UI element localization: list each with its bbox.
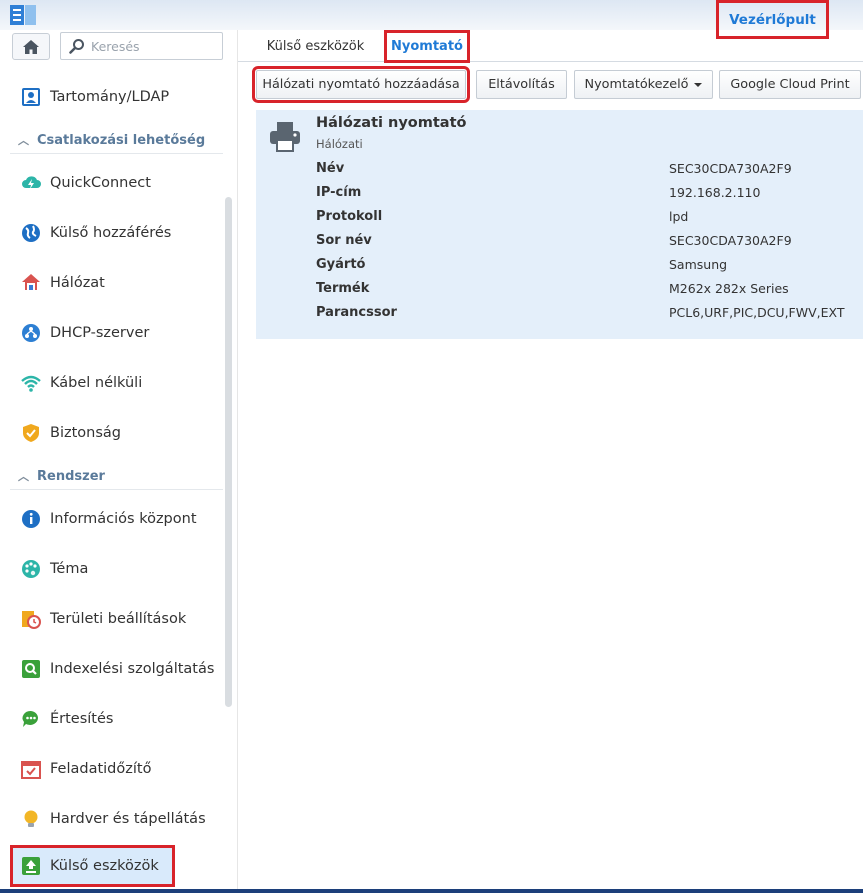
sidebar: Tartomány/LDAP ︿ Csatlakozási lehetőség …	[0, 30, 238, 890]
sidebar-item-label: DHCP-szerver	[50, 325, 150, 341]
chevron-up-icon: ︿	[18, 134, 29, 147]
printer-icon	[268, 120, 302, 154]
section-divider	[10, 153, 223, 154]
sidebar-item-label: Külső hozzáférés	[50, 225, 172, 241]
prop-label-name: Név	[316, 161, 345, 176]
sidebar-item-label: Feladatidőzítő	[50, 761, 152, 777]
sidebar-item-dhcp-server[interactable]: DHCP-szerver	[10, 313, 223, 353]
prop-value-name: SEC30CDA730A2F9	[669, 161, 792, 176]
sidebar-item-indexing-service[interactable]: Indexelési szolgáltatás	[10, 649, 223, 689]
tab-external-devices[interactable]: Külső eszközök	[258, 30, 373, 62]
bottom-edge	[0, 889, 863, 893]
wifi-icon	[20, 372, 42, 394]
shield-icon	[20, 422, 42, 444]
section-connectivity[interactable]: ︿ Csatlakozási lehetőség	[18, 129, 223, 151]
prop-label-ip: IP-cím	[316, 185, 362, 200]
caret-down-icon	[694, 82, 703, 87]
sidebar-item-security[interactable]: Biztonság	[10, 413, 223, 453]
section-system[interactable]: ︿ Rendszer	[18, 465, 223, 487]
tab-printer[interactable]: Nyomtató	[384, 30, 470, 63]
control-panel-app-icon	[10, 5, 36, 25]
sidebar-item-label: Kábel nélküli	[50, 375, 143, 391]
sidebar-item-label: Tartomány/LDAP	[50, 89, 170, 105]
sidebar-item-theme[interactable]: Téma	[10, 549, 223, 589]
sidebar-item-label: Indexelési szolgáltatás	[50, 661, 215, 677]
prop-label-product: Termék	[316, 281, 370, 296]
sidebar-item-label: Téma	[50, 561, 89, 577]
section-system-label: Rendszer	[37, 468, 105, 484]
sidebar-item-label: Hálózat	[50, 275, 105, 291]
home-icon	[23, 39, 39, 54]
palette-icon	[20, 558, 42, 580]
info-icon	[20, 508, 42, 530]
prop-label-command-set: Parancssor	[316, 305, 397, 320]
prop-label-queue-name: Sor név	[316, 233, 372, 248]
sidebar-item-label: Biztonság	[50, 425, 121, 441]
indexing-search-icon	[20, 658, 42, 680]
printer-manager-label: Nyomtatókezelő	[584, 77, 689, 92]
sidebar-item-label: Területi beállítások	[50, 611, 187, 627]
sidebar-item-label: QuickConnect	[50, 175, 151, 191]
printer-manager-dropdown[interactable]: Nyomtatókezelő	[574, 70, 713, 99]
regional-clock-icon	[20, 608, 42, 630]
home-button[interactable]	[12, 33, 50, 60]
remove-button[interactable]: Eltávolítás	[476, 70, 567, 99]
sidebar-item-wireless[interactable]: Kábel nélküli	[10, 363, 223, 403]
sidebar-item-network[interactable]: Hálózat	[10, 263, 223, 303]
section-divider	[10, 489, 223, 490]
sidebar-item-hardware-power[interactable]: Hardver és tápellátás	[10, 799, 223, 839]
upload-device-icon	[20, 855, 42, 877]
google-cloud-print-button[interactable]: Google Cloud Print	[719, 70, 861, 99]
sidebar-item-info-center[interactable]: Információs központ	[10, 499, 223, 539]
prop-value-protocol: lpd	[669, 209, 689, 224]
chat-bubble-icon	[20, 708, 42, 730]
chevron-up-icon: ︿	[18, 470, 29, 483]
sidebar-item-label: Információs központ	[50, 511, 197, 527]
sidebar-item-external-devices[interactable]: Külső eszközök	[10, 845, 175, 887]
calendar-check-icon	[20, 758, 42, 780]
sidebar-item-label: Értesítés	[50, 711, 114, 727]
prop-label-manufacturer: Gyártó	[316, 257, 366, 272]
lightbulb-icon	[20, 808, 42, 830]
sidebar-item-notification[interactable]: Értesítés	[10, 699, 223, 739]
quickconnect-icon	[20, 172, 42, 194]
sidebar-item-task-scheduler[interactable]: Feladatidőzítő	[10, 749, 223, 789]
sidebar-item-quickconnect[interactable]: QuickConnect	[10, 163, 223, 203]
prop-label-protocol: Protokoll	[316, 209, 383, 224]
main-panel: Külső eszközök Nyomtató Hálózati nyomtat…	[238, 30, 863, 890]
printer-type: Hálózati	[316, 137, 363, 151]
domain-ldap-icon	[20, 86, 42, 108]
search-input[interactable]	[91, 38, 211, 54]
prop-value-product: M262x 282x Series	[669, 281, 789, 296]
sidebar-item-external-access[interactable]: Külső hozzáférés	[10, 213, 223, 253]
tab-bar: Külső eszközök Nyomtató	[238, 30, 863, 63]
sidebar-item-domain-ldap[interactable]: Tartomány/LDAP	[10, 77, 223, 117]
prop-value-queue-name: SEC30CDA730A2F9	[669, 233, 792, 248]
search-field[interactable]	[60, 32, 223, 60]
printer-name: Hálózati nyomtató	[316, 115, 467, 131]
sidebar-scrollbar[interactable]	[225, 197, 232, 707]
search-icon	[69, 39, 84, 54]
add-network-printer-button[interactable]: Hálózati nyomtató hozzáadása	[252, 66, 470, 103]
dhcp-server-icon	[20, 322, 42, 344]
network-house-icon	[20, 272, 42, 294]
section-connectivity-label: Csatlakozási lehetőség	[37, 132, 206, 148]
sidebar-item-label: Külső eszközök	[50, 858, 159, 874]
sidebar-item-label: Hardver és tápellátás	[50, 811, 206, 827]
prop-value-ip: 192.168.2.110	[669, 185, 761, 200]
prop-value-command-set: PCL6,URF,PIC,DCU,FWV,EXT	[669, 305, 845, 320]
printer-card[interactable]: Hálózati nyomtató Hálózati Név SEC30CDA7…	[256, 110, 863, 339]
prop-value-manufacturer: Samsung	[669, 257, 728, 272]
globe-icon	[20, 222, 42, 244]
sidebar-item-regional-options[interactable]: Területi beállítások	[10, 599, 223, 639]
